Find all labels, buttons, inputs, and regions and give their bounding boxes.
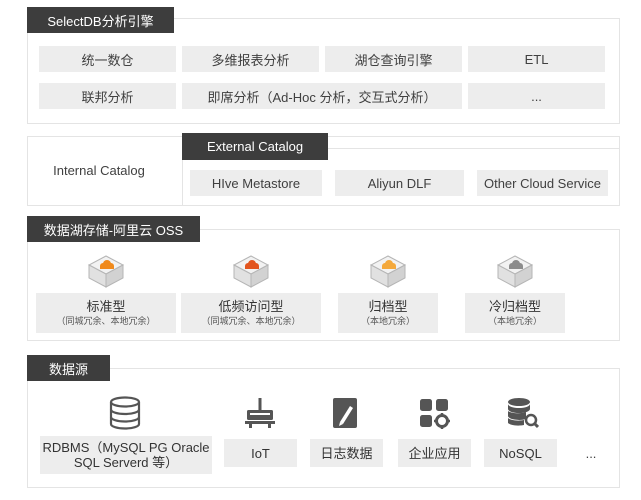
storage-tier-label: 低频访问型 （同城冗余、本地冗余） [181,293,321,333]
sources-title: 数据源 [27,355,110,381]
storage-cube-icon [496,255,534,288]
storage-tier-cold-archive: 冷归档型 （本地冗余） [440,253,590,333]
tier-name: 归档型 [368,298,408,314]
engine-item-etl: ETL [468,46,605,72]
tier-note: （本地冗余） [360,315,415,326]
tier-note: （同城冗余、本地冗余） [56,315,156,326]
tier-note: （同城冗余、本地冗余） [201,315,301,326]
storage-tier-infrequent: 低频访问型 （同城冗余、本地冗余） [176,253,326,333]
engine-item-adhoc: 即席分析（Ad-Hoc 分析，交互式分析） [182,83,462,109]
storage-tier-label: 标准型 （同城冗余、本地冗余） [36,293,176,333]
sources-more: ... [585,445,597,461]
engine-item-unified-dw: 统一数仓 [39,46,176,72]
storage-cube-icon [369,255,407,288]
external-item-other-cloud: Other Cloud Service [477,170,608,196]
storage-tier-standard: 标准型 （同城冗余、本地冗余） [31,253,181,333]
engine-item-lakehouse-query: 湖仓查询引擎 [325,46,462,72]
rdbms-line1: RDBMS（MySQL PG Oracle [42,440,210,455]
source-iot-label: IoT [224,439,297,467]
source-logs-label: 日志数据 [310,439,383,467]
database-icon [109,396,141,430]
tier-name: 标准型 [86,298,126,314]
source-enterprise-apps-label: 企业应用 [398,439,471,467]
engine-item-federated: 联邦分析 [39,83,176,109]
external-item-hive: HIve Metastore [190,170,322,196]
engine-title: SelectDB分析引擎 [27,7,174,33]
storage-cube-icon [87,255,125,288]
internal-catalog: Internal Catalog [53,162,145,178]
engine-item-more: ... [468,83,605,109]
storage-tier-label: 冷归档型 （本地冗余） [465,293,565,333]
external-catalog-title: External Catalog [182,133,328,160]
tier-name: 冷归档型 [488,298,541,314]
nosql-database-icon [508,398,539,429]
external-item-dlf: Aliyun DLF [335,170,464,196]
source-rdbms-label: RDBMS（MySQL PG Oracle SQL Serverd 等） [40,436,212,474]
iot-device-icon [245,398,275,428]
tier-name: 低频访问型 [218,298,284,314]
tier-note: （本地冗余） [487,315,542,326]
source-nosql-label: NoSQL [484,439,557,467]
engine-item-multidim-report: 多维报表分析 [182,46,319,72]
apps-gear-icon [420,399,450,429]
storage-tier-label: 归档型 （本地冗余） [338,293,438,333]
log-document-icon [333,398,357,428]
storage-cube-icon [232,255,270,288]
storage-title: 数据湖存储-阿里云 OSS [27,216,200,242]
rdbms-line2: SQL Serverd 等） [73,455,179,470]
